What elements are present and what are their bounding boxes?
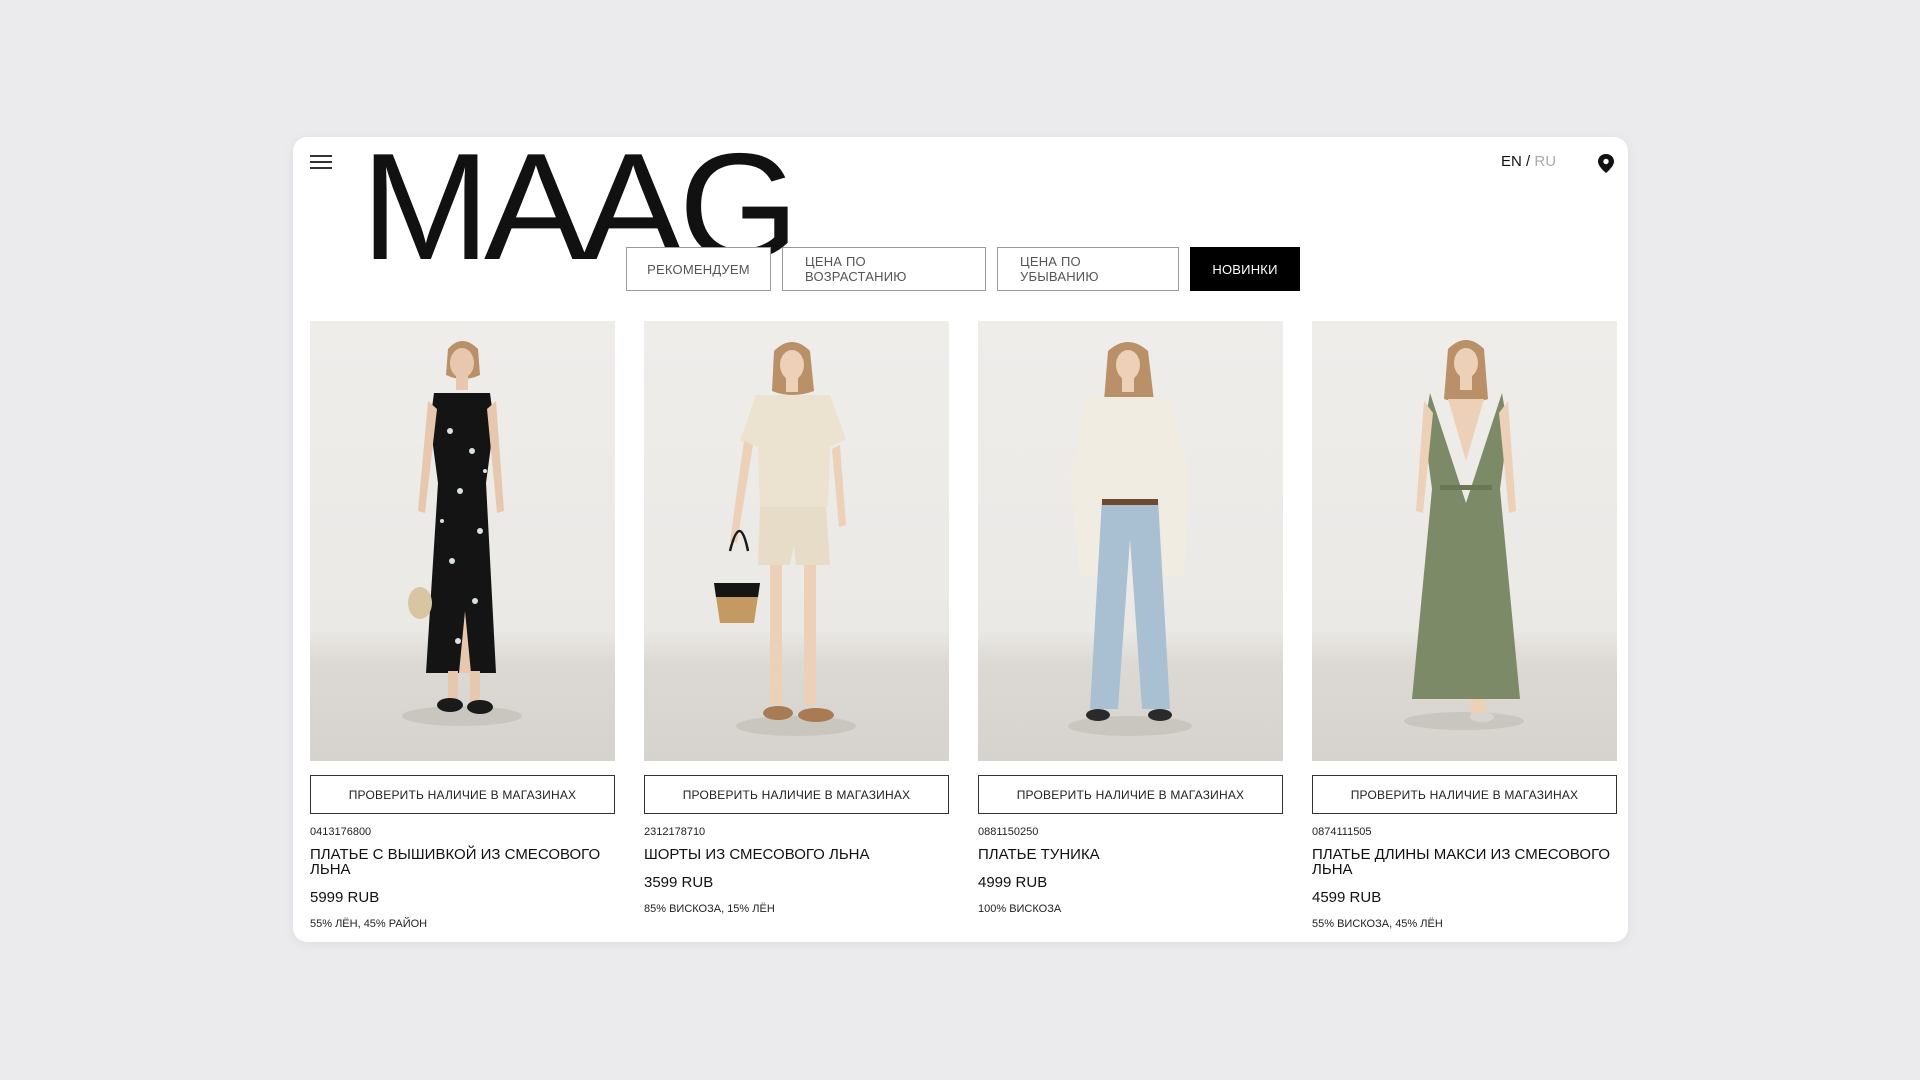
product-sku: 2312178710: [644, 826, 706, 838]
product-card: ПРОВЕРИТЬ НАЛИЧИЕ В МАГАЗИНАХ 2312178710…: [644, 321, 949, 930]
product-sku: 0413176800: [310, 826, 372, 838]
product-composition: 55% ЛЁН, 45% РАЙОН: [310, 918, 428, 930]
product-sku: 0881150250: [978, 826, 1039, 838]
product-name[interactable]: ПЛАТЬЕ С ВЫШИВКОЙ ИЗ СМЕСОВОГО ЛЬНА: [310, 847, 615, 877]
product-grid: ПРОВЕРИТЬ НАЛИЧИЕ В МАГАЗИНАХ 0413176800…: [310, 321, 1617, 930]
product-photo[interactable]: [644, 321, 949, 761]
check-availability-button[interactable]: ПРОВЕРИТЬ НАЛИЧИЕ В МАГАЗИНАХ: [1312, 775, 1617, 814]
product-card: ПРОВЕРИТЬ НАЛИЧИЕ В МАГАЗИНАХ 0881150250…: [978, 321, 1283, 930]
sort-recommended-button[interactable]: РЕКОМЕНДУЕМ: [626, 247, 771, 291]
product-sku: 0874111505: [1312, 826, 1372, 838]
location-pin-icon[interactable]: [1596, 153, 1616, 175]
product-photo[interactable]: [978, 321, 1283, 761]
product-name[interactable]: ПЛАТЬЕ ДЛИНЫ МАКСИ ИЗ СМЕСОВОГО ЛЬНА: [1312, 847, 1617, 877]
product-photo[interactable]: [1312, 321, 1617, 761]
sort-price-desc-button[interactable]: ЦЕНА ПО УБЫВАНИЮ: [997, 247, 1179, 291]
sort-bar: РЕКОМЕНДУЕМ ЦЕНА ПО ВОЗРАСТАНИЮ ЦЕНА ПО …: [626, 247, 1300, 291]
check-availability-button[interactable]: ПРОВЕРИТЬ НАЛИЧИЕ В МАГАЗИНАХ: [310, 775, 615, 814]
product-composition: 85% ВИСКОЗА, 15% ЛЁН: [644, 903, 775, 915]
product-price: 4999 RUB: [978, 874, 1048, 891]
check-availability-button[interactable]: ПРОВЕРИТЬ НАЛИЧИЕ В МАГАЗИНАХ: [644, 775, 949, 814]
check-availability-button[interactable]: ПРОВЕРИТЬ НАЛИЧИЕ В МАГАЗИНАХ: [978, 775, 1283, 814]
lang-separator: /: [1526, 153, 1531, 170]
product-composition: 100% ВИСКОЗА: [978, 903, 1062, 915]
lang-en[interactable]: EN: [1501, 153, 1522, 170]
product-composition: 55% ВИСКОЗА, 45% ЛЁН: [1312, 918, 1443, 930]
product-price: 3599 RUB: [644, 874, 714, 891]
shop-window: MAAG EN / RU РЕКОМЕНДУЕМ ЦЕНА ПО ВОЗРАСТ…: [293, 137, 1628, 942]
product-price: 5999 RUB: [310, 889, 380, 906]
language-switcher: EN / RU: [1501, 153, 1556, 170]
product-card: ПРОВЕРИТЬ НАЛИЧИЕ В МАГАЗИНАХ 0874111505…: [1312, 321, 1617, 930]
hamburger-menu-icon[interactable]: [310, 154, 334, 172]
product-name[interactable]: ПЛАТЬЕ ТУНИКА: [978, 847, 1283, 862]
sort-price-asc-button[interactable]: ЦЕНА ПО ВОЗРАСТАНИЮ: [782, 247, 986, 291]
lang-ru[interactable]: RU: [1534, 153, 1556, 170]
sort-new-button[interactable]: НОВИНКИ: [1190, 247, 1300, 291]
product-photo[interactable]: [310, 321, 615, 761]
product-price: 4599 RUB: [1312, 889, 1382, 906]
product-name[interactable]: ШОРТЫ ИЗ СМЕСОВОГО ЛЬНА: [644, 847, 949, 862]
product-card: ПРОВЕРИТЬ НАЛИЧИЕ В МАГАЗИНАХ 0413176800…: [310, 321, 615, 930]
